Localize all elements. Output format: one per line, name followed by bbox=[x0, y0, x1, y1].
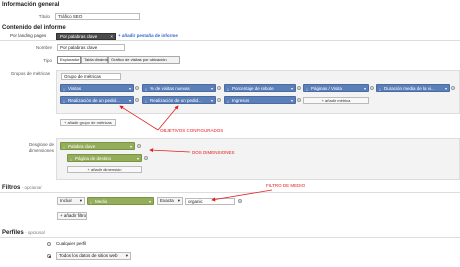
arrow-dimensions bbox=[149, 148, 191, 153]
arrow-goal-2 bbox=[157, 105, 179, 131]
arrow-goal-1 bbox=[119, 105, 159, 131]
annotation-goals: OBJETIVOS CONFIGURADOS bbox=[160, 128, 224, 133]
annotation-filter: FILTRO DE MEDIO bbox=[266, 183, 306, 188]
arrow-filter bbox=[211, 189, 273, 202]
annotation-dimensions: DOS DIMENSIONES bbox=[192, 150, 235, 155]
annotation-arrows bbox=[119, 105, 273, 202]
